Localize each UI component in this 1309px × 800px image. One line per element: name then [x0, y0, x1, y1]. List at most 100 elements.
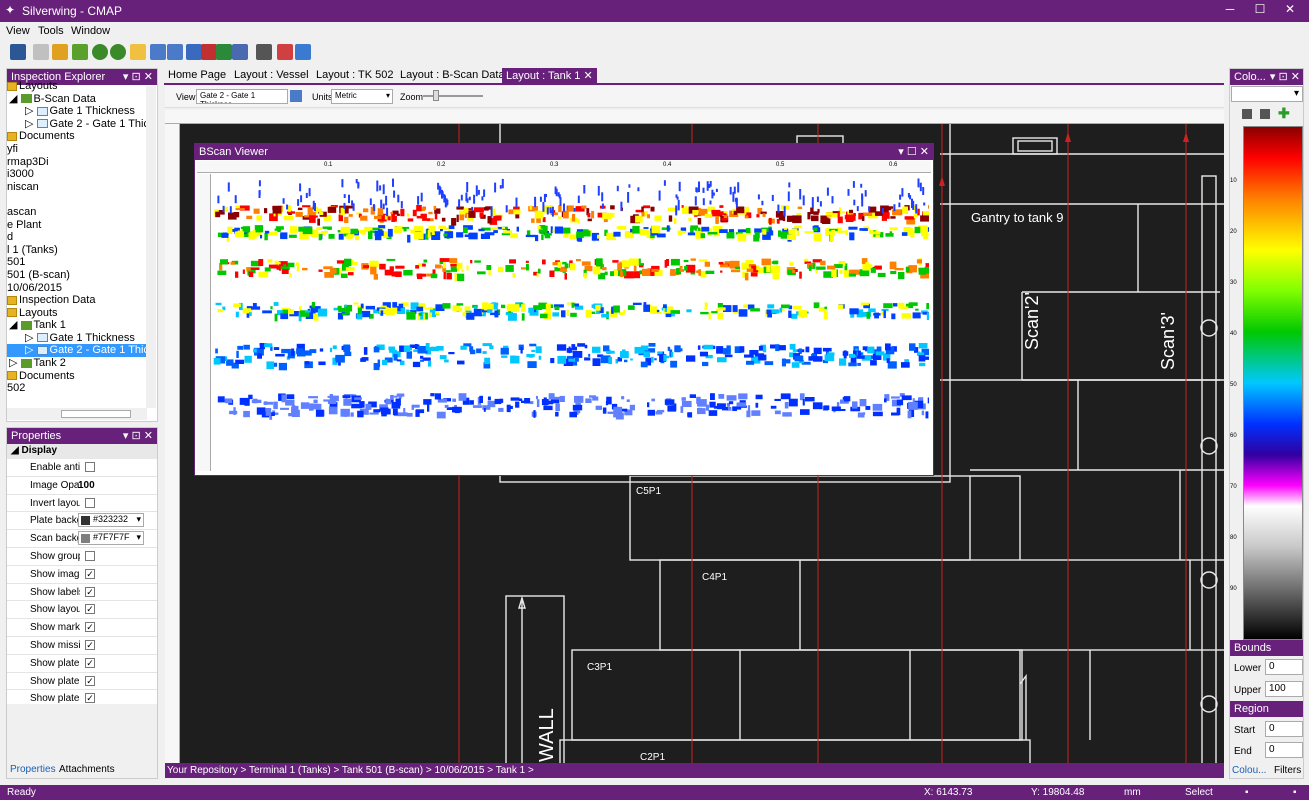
- tab-filters[interactable]: Filters: [1274, 765, 1301, 776]
- colour-scale[interactable]: [1243, 126, 1303, 640]
- layers-icon[interactable]: [186, 44, 202, 60]
- property-row[interactable]: Show group: [7, 548, 157, 566]
- zoom-slider[interactable]: [423, 95, 483, 97]
- property-checkbox[interactable]: ✓: [85, 604, 95, 615]
- folder-icon[interactable]: [290, 90, 302, 102]
- pan-hand-icon[interactable]: [52, 44, 68, 60]
- property-row[interactable]: Show plate l ✓: [7, 673, 157, 691]
- tab-properties[interactable]: Properties: [10, 764, 56, 775]
- lower-input[interactable]: 0: [1265, 659, 1303, 675]
- close-tab-icon[interactable]: ✕: [583, 70, 592, 82]
- tab-home-page[interactable]: Home Page: [164, 68, 230, 83]
- property-checkbox[interactable]: ✓: [85, 675, 95, 686]
- chart-icon[interactable]: [277, 44, 293, 60]
- grid-icon[interactable]: [201, 44, 217, 60]
- add-icon[interactable]: ✚: [1278, 105, 1290, 122]
- tree-item[interactable]: 501 (B-scan): [7, 269, 147, 282]
- property-checkbox[interactable]: ✓: [85, 657, 95, 668]
- tree-item[interactable]: Documents: [7, 370, 147, 383]
- view-select[interactable]: Gate 2 - Gate 1 Thicknes: [196, 89, 288, 104]
- pointer-icon[interactable]: [33, 44, 49, 60]
- tree-item[interactable]: 501: [7, 256, 147, 269]
- property-row[interactable]: Show layout ✓: [7, 601, 157, 620]
- tree-item[interactable]: e Plant: [7, 219, 147, 232]
- tree-item[interactable]: ▷ Gate 2 - Gate 1 Thicknes: [7, 118, 147, 131]
- vertical-scrollbar[interactable]: [146, 86, 156, 408]
- pane-close-icon[interactable]: ▾ ⊡ ✕: [1270, 70, 1300, 83]
- tree-item[interactable]: d: [7, 231, 147, 244]
- bscan-window-controls-icon[interactable]: ▾ ☐ ✕: [898, 145, 929, 158]
- measure-icon[interactable]: [295, 44, 311, 60]
- property-checkbox[interactable]: [85, 462, 95, 472]
- start-input[interactable]: 0: [1265, 721, 1303, 737]
- tree-item[interactable]: ◢ B-Scan Data: [7, 93, 147, 106]
- palette-load-icon[interactable]: [1260, 109, 1270, 119]
- property-row[interactable]: Enable antia: [7, 459, 157, 477]
- tree-item[interactable]: i3000: [7, 168, 147, 181]
- close-icon[interactable]: ✕: [1276, 2, 1304, 16]
- tree-item[interactable]: ▷ Tank 2: [7, 357, 147, 370]
- property-row[interactable]: Show marke ✓: [7, 619, 157, 637]
- property-color-select[interactable]: #7F7F7F ▾: [78, 531, 144, 546]
- image-icon[interactable]: [216, 44, 232, 60]
- palette-select[interactable]: ▾: [1231, 86, 1303, 102]
- tree-item[interactable]: yfi: [7, 143, 147, 156]
- property-row[interactable]: Plate backgi #323232 ▾: [7, 512, 157, 531]
- zoom-extents-icon[interactable]: [167, 44, 183, 60]
- tree-item[interactable]: niscan: [7, 181, 147, 194]
- breadcrumb[interactable]: Your Repository > Terminal 1 (Tanks) > T…: [165, 763, 1224, 778]
- property-row[interactable]: Show image ✓: [7, 566, 157, 584]
- horizontal-scrollbar[interactable]: [7, 408, 147, 420]
- tree-item[interactable]: rmap3Di: [7, 156, 147, 169]
- tab-colour[interactable]: Colou...: [1232, 765, 1266, 776]
- tree-item-selected[interactable]: ▷ Gate 2 - Gate 1 Thicknes: [7, 344, 147, 358]
- upper-input[interactable]: 100: [1265, 681, 1303, 697]
- property-checkbox[interactable]: ✓: [85, 568, 95, 579]
- tree-item[interactable]: ▷ Gate 1 Thickness: [7, 332, 147, 345]
- property-color-select[interactable]: #323232 ▾: [78, 513, 144, 528]
- menu-tools[interactable]: Tools: [38, 25, 64, 37]
- menu-view[interactable]: View: [6, 25, 30, 37]
- property-checkbox[interactable]: ✓: [85, 639, 95, 650]
- tree-item[interactable]: [7, 193, 147, 206]
- property-checkbox[interactable]: ✓: [85, 693, 95, 704]
- tree-item[interactable]: Documents: [7, 130, 147, 143]
- property-checkbox[interactable]: ✓: [85, 586, 95, 597]
- property-row[interactable]: Show plate i ✓: [7, 655, 157, 673]
- edit-icon[interactable]: [130, 44, 146, 60]
- property-checkbox[interactable]: [85, 550, 95, 561]
- property-row[interactable]: Show labels ✓: [7, 584, 157, 602]
- tree-item[interactable]: Layouts: [7, 80, 147, 93]
- units-select[interactable]: Metric ▾: [331, 89, 393, 104]
- tab-attachments[interactable]: Attachments: [59, 764, 115, 775]
- property-row[interactable]: Invert layou: [7, 495, 157, 513]
- property-value[interactable]: 100: [78, 480, 95, 491]
- layer-icon[interactable]: [72, 44, 88, 60]
- tree-item[interactable]: ascan: [7, 206, 147, 219]
- display-section[interactable]: ◢ Display: [7, 444, 157, 459]
- tree-item[interactable]: ◢ Tank 1: [7, 319, 147, 332]
- palette-save-icon[interactable]: [1242, 109, 1252, 119]
- end-input[interactable]: 0: [1265, 742, 1303, 758]
- property-row[interactable]: Show missir ✓: [7, 637, 157, 655]
- tab-layout-tank1[interactable]: Layout : Tank 1 ✕: [502, 68, 597, 83]
- zoom-slider-thumb[interactable]: [433, 90, 439, 101]
- tree-item[interactable]: Inspection Data: [7, 294, 147, 307]
- export-icon[interactable]: [232, 44, 248, 60]
- property-checkbox[interactable]: ✓: [85, 622, 95, 633]
- property-row[interactable]: Image Opac 100: [7, 477, 157, 495]
- bscan-viewer-window[interactable]: BScan Viewer ▾ ☐ ✕ 0.1 0.2 0.3 0.4 0.5 0…: [194, 143, 934, 476]
- property-row[interactable]: Scan backgr #7F7F7F ▾: [7, 530, 157, 548]
- tab-layout-vessel[interactable]: Layout : Vessel: [230, 68, 313, 83]
- minimize-icon[interactable]: ─: [1216, 2, 1244, 16]
- maximize-icon[interactable]: ☐: [1246, 2, 1274, 16]
- menu-window[interactable]: Window: [71, 25, 110, 37]
- tree-item[interactable]: l 1 (Tanks): [7, 244, 147, 257]
- property-checkbox[interactable]: [85, 497, 95, 508]
- print-icon[interactable]: [256, 44, 272, 60]
- save-icon[interactable]: [10, 44, 26, 60]
- tree-item[interactable]: 502: [7, 382, 147, 395]
- tab-layout-bscan-data[interactable]: Layout : B-Scan Data: [396, 68, 509, 83]
- tree-item[interactable]: 10/06/2015: [7, 282, 147, 295]
- redo-icon[interactable]: [110, 44, 126, 60]
